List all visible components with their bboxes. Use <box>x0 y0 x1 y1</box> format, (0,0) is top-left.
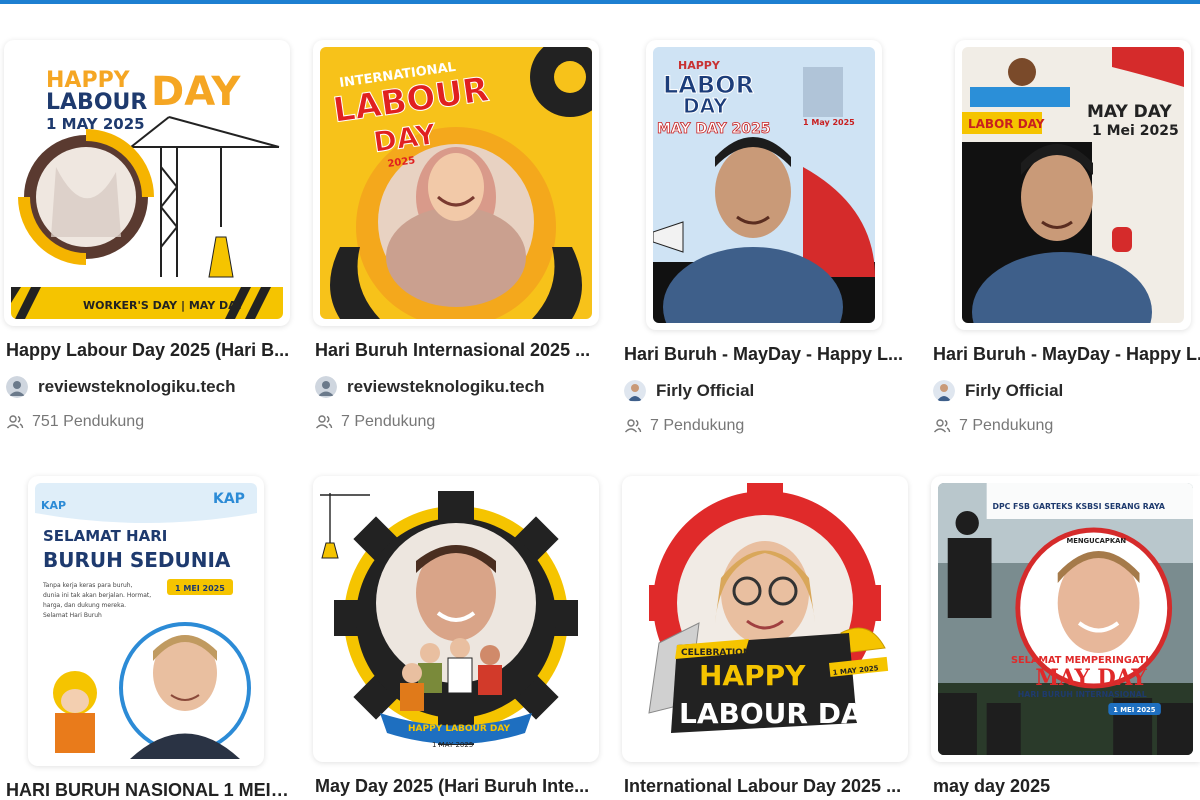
campaign-thumbnail[interactable]: KAP KAP SELAMAT HARI BURUH SEDUNIA Tanpa… <box>28 476 264 766</box>
poster-date: 1 MAY 2025 <box>432 741 473 749</box>
poster-date: 1 Mei 2025 <box>1092 123 1179 139</box>
poster-banner: MAY DAY 2025 <box>657 121 771 137</box>
author-name: Firly Official <box>656 381 755 400</box>
poster-image: LABOR DAY MAY DAY 1 Mei 2025 <box>962 47 1184 323</box>
poster-footer: WORKER'S DAY | MAY DAY <box>83 299 245 312</box>
campaign-title[interactable]: Happy Labour Day 2025 (Hari B... <box>6 340 292 361</box>
campaign-title[interactable]: may day 2025 <box>933 776 1200 797</box>
supporters-count: 751 Pendukung <box>6 413 144 431</box>
campaign-title[interactable]: May Day 2025 (Hari Buruh Inte... <box>315 776 601 797</box>
poster-line1: SELAMAT MEMPERINGATI <box>1011 655 1149 666</box>
poster-line2: LABOUR <box>46 90 147 115</box>
campaign-title[interactable]: Hari Buruh Internasional 2025 ... <box>315 340 601 361</box>
campaign-author[interactable]: Firly Official <box>624 380 754 402</box>
campaign-thumbnail[interactable]: HAPPY LABOR DAY MAY DAY 2025 1 May 2025 <box>646 40 882 330</box>
campaign-thumbnail[interactable]: INTERNATIONAL LABOUR DAY 2025 <box>313 40 599 326</box>
poster-image: HAPPY LABOR DAY MAY DAY 2025 1 May 2025 <box>653 47 875 323</box>
poster-date: 1 MEI 2025 <box>1113 706 1156 714</box>
poster-image: KAP KAP SELAMAT HARI BURUH SEDUNIA Tanpa… <box>35 483 257 759</box>
poster-sub: MENGUCAPKAN <box>1066 537 1126 545</box>
poster-line2: MAY DAY <box>1035 666 1147 691</box>
supporters-count: 7 Pendukung <box>315 413 435 431</box>
poster-logo: KAP <box>41 499 66 512</box>
campaign-thumbnail[interactable]: LABOR DAY MAY DAY 1 Mei 2025 <box>955 40 1191 330</box>
supporters-label: 751 Pendukung <box>32 413 145 430</box>
campaign-author[interactable]: reviewsteknologiku.tech <box>315 376 544 398</box>
supporters-count: 7 Pendukung <box>933 417 1053 435</box>
poster-line2: LABOUR DAY <box>679 697 881 730</box>
campaign-title[interactable]: HARI BURUH NASIONAL 1 MEI 2... <box>6 780 292 800</box>
author-name: reviewsteknologiku.tech <box>347 377 545 396</box>
poster-image: INTERNATIONAL LABOUR DAY 2025 <box>320 47 592 319</box>
campaign-thumbnail[interactable]: HAPPY LABOUR DAY 1 MAY 2025 <box>313 476 599 762</box>
avatar-icon <box>315 376 337 398</box>
campaign-author[interactable]: Firly Official <box>933 380 1063 402</box>
svg-text:Selamat Hari Buruh: Selamat Hari Buruh <box>43 612 102 619</box>
poster-line1: SELAMAT HARI <box>43 527 167 545</box>
svg-text:harga, dan dukung mereka.: harga, dan dukung mereka. <box>43 602 126 609</box>
poster-image: HAPPY LABOUR DAY 1 MAY 2025 <box>320 483 592 755</box>
poster-image: CELEBRATION HAPPY LABOUR DAY 1 MAY 2025 <box>629 483 901 755</box>
campaign-title[interactable]: Hari Buruh - MayDay - Happy L... <box>933 344 1200 365</box>
avatar-icon <box>624 380 646 402</box>
poster-line3: HARI BURUH INTERNASIONAL <box>1018 690 1147 699</box>
people-icon <box>933 419 951 433</box>
people-icon <box>6 415 24 429</box>
poster-line3: DAY <box>683 94 728 118</box>
poster-image: DPC FSB GARTEKS KSBSI SERANG RAYA MENGUC… <box>938 483 1193 755</box>
poster-ribbon: LABOR DAY <box>968 117 1045 131</box>
people-icon <box>624 419 642 433</box>
avatar-icon <box>6 376 28 398</box>
top-accent-bar <box>0 0 1200 4</box>
supporters-label: 7 Pendukung <box>959 417 1054 434</box>
avatar-icon <box>933 380 955 402</box>
campaign-thumbnail[interactable]: DPC FSB GARTEKS KSBSI SERANG RAYA MENGUC… <box>931 476 1200 762</box>
poster-line2: BURUH SEDUNIA <box>43 548 231 572</box>
people-icon <box>315 415 333 429</box>
author-name: reviewsteknologiku.tech <box>38 377 236 396</box>
supporters-count: 7 Pendukung <box>624 417 744 435</box>
poster-ribbon: HAPPY LABOUR DAY <box>408 724 510 734</box>
campaign-thumbnail[interactable]: HAPPY LABOUR DAY 1 MAY 2025 <box>4 40 290 326</box>
svg-text:dunia ini tak akan berjalan. H: dunia ini tak akan berjalan. Hormat, <box>43 592 151 599</box>
author-name: Firly Official <box>965 381 1064 400</box>
campaign-title[interactable]: Hari Buruh - MayDay - Happy L... <box>624 344 910 365</box>
svg-text:Tanpa kerja keras para buruh,: Tanpa kerja keras para buruh, <box>42 582 133 589</box>
supporters-label: 7 Pendukung <box>341 413 436 430</box>
campaign-author[interactable]: reviewsteknologiku.tech <box>6 376 235 398</box>
poster-line3: DAY <box>151 69 241 115</box>
poster-tag: CELEBRATION <box>681 648 750 658</box>
poster-date: 1 May 2025 <box>803 118 855 127</box>
svg-text:KAP: KAP <box>213 491 245 507</box>
campaign-thumbnail[interactable]: CELEBRATION HAPPY LABOUR DAY 1 MAY 2025 <box>622 476 908 762</box>
campaign-title[interactable]: International Labour Day 2025 ... <box>624 776 910 797</box>
poster-line1: MAY DAY <box>1087 102 1172 122</box>
poster-header: DPC FSB GARTEKS KSBSI SERANG RAYA <box>993 502 1166 511</box>
poster-line1: HAPPY <box>699 659 806 692</box>
supporters-label: 7 Pendukung <box>650 417 745 434</box>
poster-image: HAPPY LABOUR DAY 1 MAY 2025 <box>11 47 283 319</box>
poster-date: 1 MEI 2025 <box>175 584 225 593</box>
